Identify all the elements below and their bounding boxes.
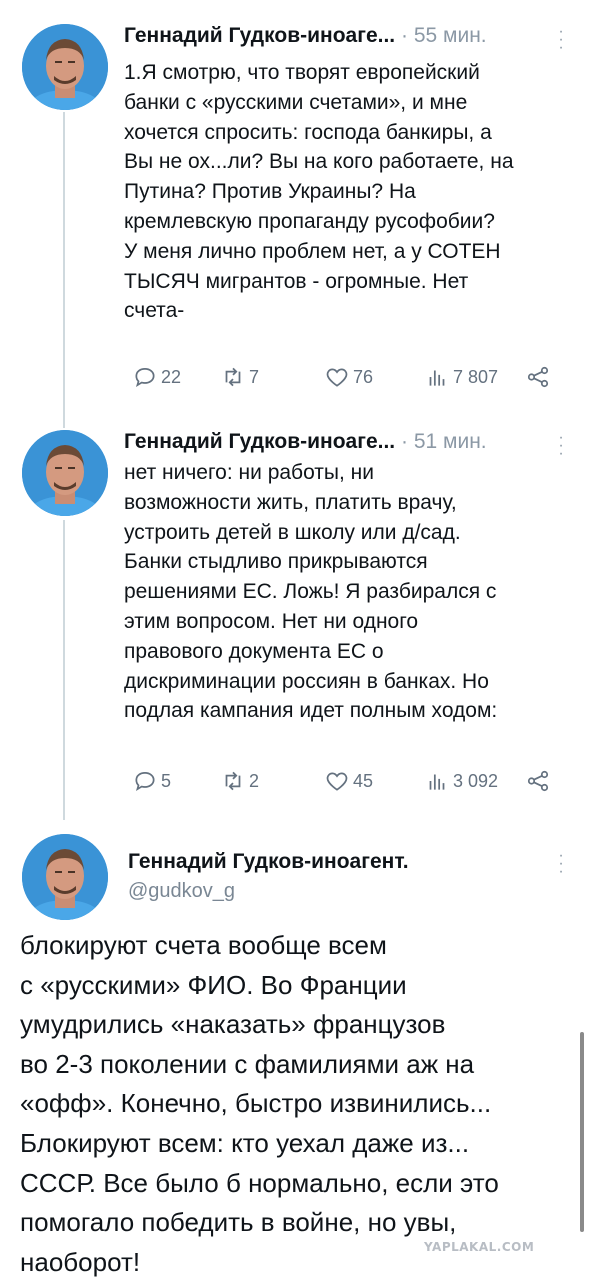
tweet-actions: 22 7 76 7 807 xyxy=(124,364,554,392)
avatar[interactable] xyxy=(22,834,108,920)
author-name[interactable]: Геннадий Гудков-иноаге... xyxy=(124,24,395,47)
share-button[interactable] xyxy=(525,364,554,390)
tweet-text: 1.Я смотрю, что творят европейский банки… xyxy=(124,61,514,323)
author-name[interactable]: Геннадий Гудков-иноаге... xyxy=(124,430,395,453)
time-separator: · xyxy=(400,430,408,453)
avatar[interactable] xyxy=(22,24,108,110)
tweet-actions: 5 2 45 3 092 xyxy=(124,768,554,796)
retweet-button[interactable]: 7 xyxy=(220,364,259,390)
avatar-image xyxy=(22,430,108,516)
more-options-icon[interactable]: · · · xyxy=(556,430,566,462)
views-button[interactable]: 7 807 xyxy=(424,364,498,390)
heart-icon xyxy=(326,368,348,387)
retweet-icon xyxy=(225,367,241,387)
share-icon xyxy=(527,366,549,388)
author-handle[interactable]: @gudkov_g xyxy=(128,880,235,903)
reply-count: 5 xyxy=(161,770,172,791)
time-separator: · xyxy=(400,24,408,47)
reply-button[interactable]: 5 xyxy=(132,768,171,794)
more-options-icon[interactable]: · · · xyxy=(556,24,566,56)
views-icon xyxy=(429,370,445,386)
avatar-image xyxy=(22,24,108,110)
reply-icon xyxy=(135,368,155,387)
reply-button[interactable]: 22 xyxy=(132,364,181,390)
retweet-button[interactable]: 2 xyxy=(220,768,259,794)
more-options-icon[interactable]: · · · xyxy=(556,848,566,880)
retweet-icon xyxy=(225,771,241,791)
tweet[interactable]: Геннадий Гудков-иноаге... · 55 мин. · · · … xyxy=(0,0,590,420)
tweet-header: Геннадий Гудков-иноаге... · 55 мин. xyxy=(124,24,487,48)
timestamp[interactable]: 55 мин. xyxy=(414,24,487,47)
views-count: 7 807 xyxy=(453,366,499,387)
focused-tweet[interactable]: Геннадий Гудков-иноагент. @gudkov_g · · · … xyxy=(0,820,590,1280)
share-icon xyxy=(527,770,549,792)
tweet[interactable]: Геннадий Гудков-иноаге... · 51 мин. · · · … xyxy=(0,420,590,820)
like-count: 76 xyxy=(353,366,374,387)
like-button[interactable]: 45 xyxy=(324,768,373,794)
author-name[interactable]: Геннадий Гудков-иноагент. xyxy=(128,850,409,873)
avatar[interactable] xyxy=(22,430,108,516)
reply-count: 22 xyxy=(161,366,182,387)
heart-icon xyxy=(326,772,348,791)
retweet-count: 2 xyxy=(249,770,260,791)
views-count: 3 092 xyxy=(453,770,499,791)
scrollbar[interactable] xyxy=(580,1032,584,1232)
watermark: YAPLAKAL.COM xyxy=(424,1240,535,1254)
avatar-image xyxy=(22,834,108,920)
tweet-text: нет ничего: ни работы, ни возможности жи… xyxy=(124,461,498,723)
tweet-text: блокируют счета вообще всем с «русскими»… xyxy=(20,930,499,1277)
views-button[interactable]: 3 092 xyxy=(424,768,498,794)
timestamp[interactable]: 51 мин. xyxy=(414,430,487,453)
retweet-count: 7 xyxy=(249,366,260,387)
like-count: 45 xyxy=(353,770,374,791)
share-button[interactable] xyxy=(525,768,554,794)
views-icon xyxy=(429,774,445,790)
tweet-header: Геннадий Гудков-иноаге... · 51 мин. xyxy=(124,430,487,454)
like-button[interactable]: 76 xyxy=(324,364,373,390)
reply-icon xyxy=(135,772,155,791)
tweet-header: Геннадий Гудков-иноагент. xyxy=(128,850,409,874)
